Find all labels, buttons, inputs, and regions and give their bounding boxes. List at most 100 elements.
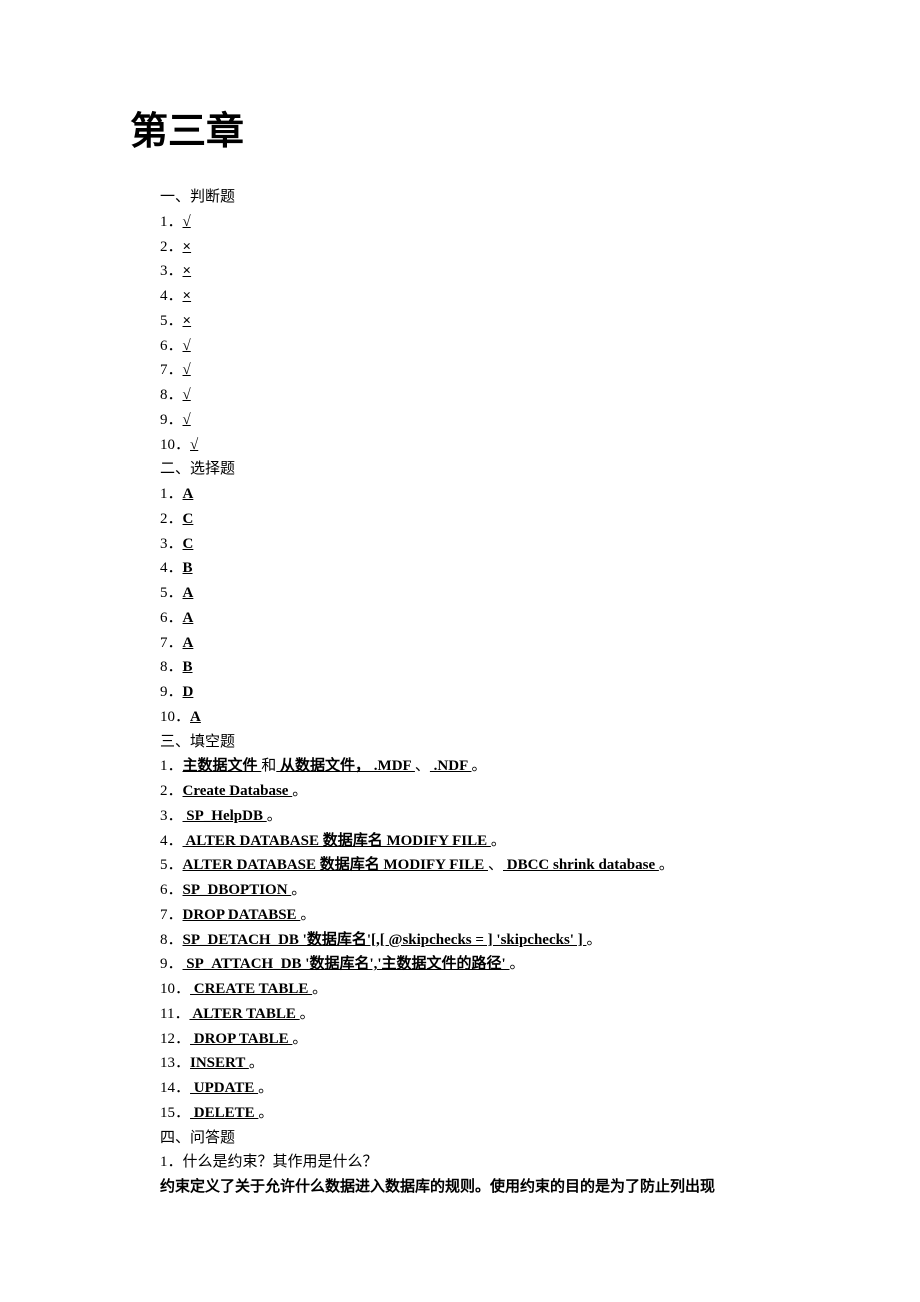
choice-item: 8．B (160, 655, 790, 680)
judge-item: 6．√ (160, 334, 790, 359)
choice-item: 1．A (160, 482, 790, 507)
fill-item: 7．DROP DATABSE 。 (160, 903, 790, 928)
item-number: 10． (160, 437, 190, 453)
item-answer: C (183, 536, 194, 552)
fill-answer: INSERT (190, 1055, 249, 1071)
item-number: 8． (160, 659, 183, 675)
fill-item: 3． SP_HelpDB 。 (160, 804, 790, 829)
chapter-title: 第三章 (130, 100, 790, 155)
item-number: 6． (160, 610, 183, 626)
section-judge-header: 一、判断题 (160, 185, 790, 210)
fill-text: 。 (300, 907, 315, 923)
fill-text: 。 (291, 882, 306, 898)
item-answer: A (183, 585, 194, 601)
qa-question-1: 1．什么是约束？其作用是什么？ (160, 1150, 790, 1175)
fill-answer: DROP TABLE (190, 1031, 292, 1047)
judge-item: 10．√ (160, 433, 790, 458)
choice-item: 2．C (160, 507, 790, 532)
item-number: 9． (160, 412, 183, 428)
fill-item: 13．INSERT 。 (160, 1051, 790, 1076)
item-answer: × (183, 288, 192, 304)
fill-text: 、 (488, 857, 503, 873)
fill-answer: UPDATE (190, 1080, 258, 1096)
item-number: 10． (160, 981, 190, 997)
fill-answer: SP_DETACH_DB '数据库名'[,[ @skipchecks = ] '… (183, 932, 587, 948)
item-answer: A (183, 635, 194, 651)
fill-text: 。 (292, 783, 307, 799)
item-number: 5． (160, 313, 183, 329)
judge-item: 8．√ (160, 383, 790, 408)
item-number: 15． (160, 1105, 190, 1121)
judge-item: 3．× (160, 259, 790, 284)
qa-answer-1: 约束定义了关于允许什么数据进入数据库的规则。使用约束的目的是为了防止列出现 (160, 1175, 790, 1200)
fill-answer: SP_ATTACH_DB '数据库名','主数据文件的路径' (183, 956, 510, 972)
fill-text: 。 (267, 808, 282, 824)
item-answer: A (183, 486, 194, 502)
judge-item: 2．× (160, 235, 790, 260)
item-answer: × (183, 239, 192, 255)
fill-item: 5．ALTER DATABASE 数据库名 MODIFY FILE 、 DBCC… (160, 853, 790, 878)
fill-item: 11． ALTER TABLE 。 (160, 1002, 790, 1027)
fill-text: 。 (491, 833, 506, 849)
judge-list: 1．√2．×3．×4．×5．×6．√7．√8．√9．√10．√ (160, 210, 790, 458)
fill-text: 。 (249, 1055, 264, 1071)
item-number: 4． (160, 560, 183, 576)
fill-answer: DROP DATABSE (183, 907, 301, 923)
document-page: 第三章 一、判断题 1．√2．×3．×4．×5．×6．√7．√8．√9．√10．… (0, 0, 920, 1250)
fill-answer: ALTER TABLE (189, 1006, 299, 1022)
fill-answer: CREATE TABLE (190, 981, 312, 997)
judge-item: 9．√ (160, 408, 790, 433)
item-number: 1． (160, 486, 183, 502)
item-answer: √ (190, 437, 198, 453)
item-number: 10． (160, 709, 190, 725)
qa-number: 1． (160, 1154, 183, 1170)
item-answer: × (183, 313, 192, 329)
section-fill-header: 三、填空题 (160, 730, 790, 755)
fill-item: 1．主数据文件 和 从数据文件， .MDF 、 .NDF 。 (160, 754, 790, 779)
fill-list: 1．主数据文件 和 从数据文件， .MDF 、 .NDF 。2．Create D… (160, 754, 790, 1125)
fill-text: 。 (258, 1080, 273, 1096)
content-body: 一、判断题 1．√2．×3．×4．×5．×6．√7．√8．√9．√10．√ 二、… (130, 185, 790, 1200)
item-answer: D (183, 684, 194, 700)
item-number: 3． (160, 263, 183, 279)
item-answer: B (183, 659, 193, 675)
fill-answer: ALTER DATABASE 数据库名 MODIFY FILE (183, 833, 491, 849)
fill-answer: ALTER DATABASE 数据库名 MODIFY FILE (183, 857, 488, 873)
fill-answer: 主数据文件 (183, 758, 262, 774)
item-number: 2． (160, 511, 183, 527)
choice-item: 6．A (160, 606, 790, 631)
item-answer: √ (183, 338, 191, 354)
item-answer: × (183, 263, 192, 279)
item-answer: A (190, 709, 201, 725)
fill-answer: .NDF (430, 758, 472, 774)
fill-text: 、 (415, 758, 430, 774)
fill-text: 。 (258, 1105, 273, 1121)
item-number: 1． (160, 214, 183, 230)
fill-text: 。 (659, 857, 674, 873)
item-number: 9． (160, 684, 183, 700)
fill-answer: SP_HelpDB (183, 808, 267, 824)
item-number: 14． (160, 1080, 190, 1096)
item-number: 7． (160, 907, 183, 923)
item-answer: C (183, 511, 194, 527)
choice-item: 4．B (160, 556, 790, 581)
fill-answer: DELETE (190, 1105, 258, 1121)
fill-text: 。 (312, 981, 327, 997)
item-number: 9． (160, 956, 183, 972)
fill-item: 2．Create Database 。 (160, 779, 790, 804)
qa-question-text: 什么是约束？其作用是什么？ (183, 1154, 378, 1170)
fill-answer: Create Database (183, 783, 293, 799)
item-number: 1． (160, 758, 183, 774)
item-answer: √ (183, 362, 191, 378)
judge-item: 7．√ (160, 358, 790, 383)
fill-answer: DBCC shrink database (503, 857, 659, 873)
fill-item: 14． UPDATE 。 (160, 1076, 790, 1101)
section-choice-header: 二、选择题 (160, 457, 790, 482)
item-number: 3． (160, 808, 183, 824)
judge-item: 5．× (160, 309, 790, 334)
fill-text: 和 (261, 758, 276, 774)
choice-item: 7．A (160, 631, 790, 656)
judge-item: 4．× (160, 284, 790, 309)
item-number: 4． (160, 288, 183, 304)
item-number: 6． (160, 882, 183, 898)
